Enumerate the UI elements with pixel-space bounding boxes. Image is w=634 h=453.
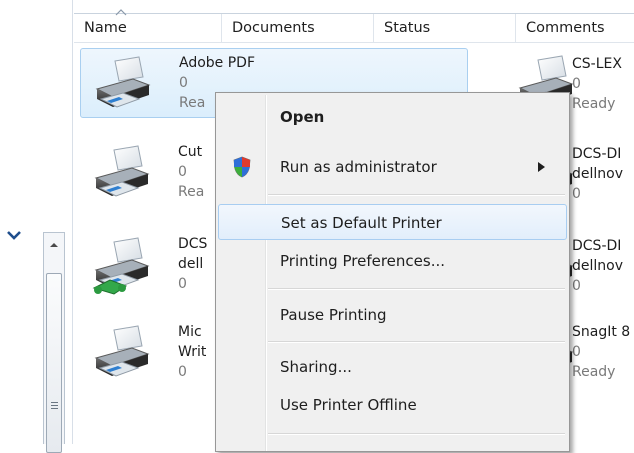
printer-icon xyxy=(96,56,150,108)
printer-name: CS-LEX xyxy=(572,56,622,72)
column-header: Name Documents Status Comments xyxy=(74,9,634,43)
printer-icon xyxy=(95,325,149,377)
menu-item-label: Set as Default Printer xyxy=(281,214,442,232)
printer-tile[interactable]: Mic Writ 0 xyxy=(80,318,220,388)
printer-tile[interactable]: Cut 0 Rea xyxy=(80,138,220,208)
printer-documents: 0 xyxy=(178,364,187,380)
printer-documents: 0 xyxy=(178,276,187,292)
printer-status: Ready xyxy=(572,96,616,112)
column-comments-label: Comments xyxy=(526,20,605,36)
column-status[interactable]: Status xyxy=(374,14,516,42)
sort-ascending-icon xyxy=(115,9,127,16)
column-comments[interactable]: Comments xyxy=(516,14,634,42)
navigation-pane xyxy=(0,0,73,453)
printer-documents: 0 xyxy=(178,164,187,180)
menu-item-label: Sharing... xyxy=(280,358,352,376)
printer-name: Adobe PDF xyxy=(179,55,256,71)
printer-icon xyxy=(95,145,149,197)
vertical-scrollbar[interactable] xyxy=(43,232,65,453)
menu-item-use-printer-offline[interactable]: Use Printer Offline xyxy=(218,387,567,423)
menu-item-open[interactable]: Open xyxy=(218,99,567,135)
printer-tile[interactable]: DCS dell 0 xyxy=(80,230,220,300)
printer-comment: dellnov xyxy=(572,166,624,182)
uac-shield-icon xyxy=(233,156,251,178)
menu-item-label: Use Printer Offline xyxy=(280,396,417,414)
printer-status: Ready xyxy=(572,364,616,380)
printer-comment: dell xyxy=(178,256,204,272)
printer-documents: 0 xyxy=(572,76,581,92)
scroll-up-arrow-icon[interactable] xyxy=(48,239,60,251)
menu-separator xyxy=(268,433,565,435)
printer-name: DCS-DI xyxy=(572,146,622,162)
menu-item-label: Open xyxy=(280,108,325,126)
column-status-label: Status xyxy=(384,20,431,36)
menu-item-printing-preferences[interactable]: Printing Preferences... xyxy=(218,243,567,279)
menu-item-run-as-administrator[interactable]: Run as administrator xyxy=(218,149,567,185)
menu-item-sharing[interactable]: Sharing... xyxy=(218,349,567,385)
printer-status: Rea xyxy=(179,95,206,111)
submenu-arrow-icon xyxy=(538,162,545,172)
printer-name: SnagIt 8 xyxy=(572,324,631,340)
printer-documents: 0 xyxy=(572,278,581,294)
printer-documents: 0 xyxy=(179,75,188,91)
column-documents-label: Documents xyxy=(232,20,315,36)
column-documents[interactable]: Documents xyxy=(222,14,374,42)
printer-status: Rea xyxy=(178,184,205,200)
printer-documents: 0 xyxy=(572,186,581,202)
menu-separator xyxy=(268,288,565,290)
column-name-label: Name xyxy=(84,20,127,36)
menu-item-label: Printing Preferences... xyxy=(280,252,445,270)
context-menu: Open Run as administrator Set as Default… xyxy=(215,92,570,452)
printer-documents: 0 xyxy=(572,344,581,360)
grip-icon xyxy=(51,402,58,409)
menu-separator xyxy=(268,194,565,196)
chevron-down-icon[interactable] xyxy=(5,226,23,244)
printer-name: Mic xyxy=(178,324,202,340)
menu-item-label: Run as administrator xyxy=(280,158,437,176)
menu-item-set-default-printer[interactable]: Set as Default Printer xyxy=(218,204,567,240)
printer-name: DCS-DI xyxy=(572,238,622,254)
printer-name: Cut xyxy=(178,144,203,160)
scrollbar-thumb[interactable] xyxy=(46,273,62,453)
menu-item-label: Pause Printing xyxy=(280,306,387,324)
network-printer-icon xyxy=(92,237,149,295)
printer-name: DCS xyxy=(178,236,208,252)
printer-comment: Writ xyxy=(178,344,207,360)
menu-separator xyxy=(268,341,565,343)
column-name[interactable]: Name xyxy=(74,9,222,42)
menu-item-pause-printing[interactable]: Pause Printing xyxy=(218,297,567,333)
printer-comment: dellnov xyxy=(572,258,624,274)
